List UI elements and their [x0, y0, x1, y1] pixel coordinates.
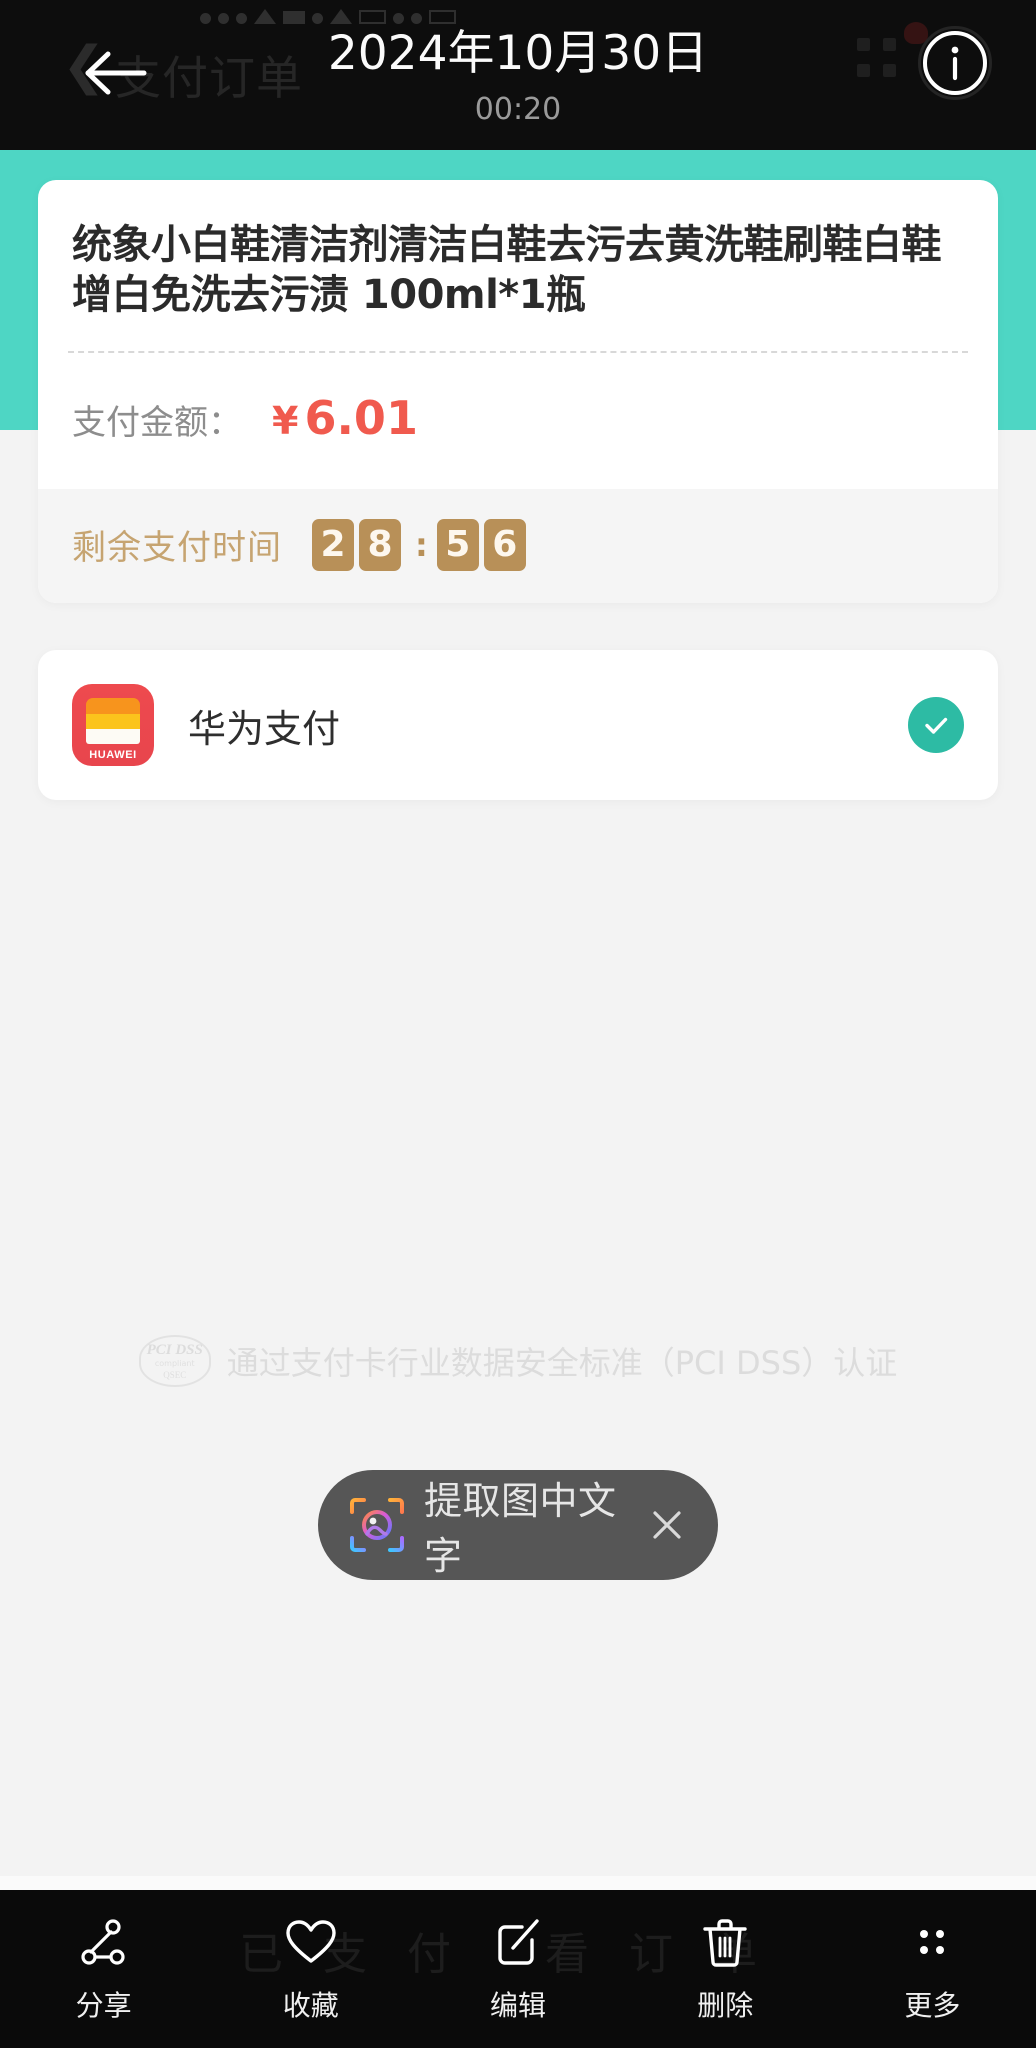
countdown-timer: 2 8 : 5 6 [312, 518, 526, 571]
payment-order-page: 统象小白鞋清洁剂清洁白鞋去污去黄洗鞋刷鞋白鞋增白免洗去污渍 100ml*1瓶 支… [0, 150, 1036, 1890]
countdown-digit: 6 [483, 518, 526, 571]
payment-method-row[interactable]: HUAWEI 华为支付 [38, 650, 998, 800]
bottom-white-strip [0, 1876, 1036, 1890]
huawei-wordmark: HUAWEI [89, 749, 137, 761]
product-title: 统象小白鞋清洁剂清洁白鞋去污去黄洗鞋刷鞋白鞋增白免洗去污渍 100ml*1瓶 [72, 222, 942, 319]
countdown-digit: 2 [312, 518, 354, 571]
toolbar-label-more: 更多 [904, 1989, 961, 2022]
more-dots-icon [910, 1914, 954, 1970]
photo-time: 00:20 [474, 92, 562, 127]
pci-badge-line2: compliant [154, 1358, 195, 1368]
edit-icon [492, 1914, 544, 1970]
amount-number: 6.01 [304, 390, 418, 445]
countdown-row: 剩余支付时间 2 8 : 5 6 [38, 488, 998, 603]
pci-dss-badge-icon: PCI DSS compliant QSEC [138, 1335, 211, 1387]
extract-text-label: 提取图中文字 [424, 1479, 617, 1578]
toolbar-label-favorite: 收藏 [282, 1989, 339, 2022]
toolbar-button-more[interactable]: 更多 [829, 1914, 1036, 2024]
ai-scan-icon [348, 1496, 406, 1554]
payment-amount-row: 支付金额： ¥6.01 [38, 353, 998, 489]
countdown-label: 剩余支付时间 [72, 528, 282, 569]
extract-text-pill[interactable]: 提取图中文字 [318, 1470, 718, 1580]
screenshot-viewer: 统象小白鞋清洁剂清洁白鞋去污去黄洗鞋刷鞋白鞋增白免洗去污渍 100ml*1瓶 支… [0, 0, 1036, 2048]
toolbar-label-edit: 编辑 [490, 1989, 547, 2022]
pci-badge-line3: QSEC [163, 1369, 187, 1380]
toolbar-button-delete[interactable]: 删除 [622, 1914, 829, 2024]
toolbar-button-share[interactable]: 分享 [0, 1914, 207, 2024]
huawei-pay-icon: HUAWEI [72, 684, 154, 766]
toolbar-button-favorite[interactable]: 收藏 [207, 1914, 414, 2024]
huawei-logo-bands [86, 698, 140, 744]
heart-icon [284, 1914, 338, 1970]
check-circle-icon[interactable] [908, 697, 964, 753]
share-icon [78, 1914, 130, 1970]
pci-badge-line1: PCI DSS [146, 1341, 203, 1358]
payment-amount-label: 支付金额： [72, 402, 242, 443]
payment-method-name: 华为支付 [188, 706, 341, 751]
gallery-bottom-toolbar: 已支付 看订单 分享 收藏 编辑 删除 更多 [0, 1890, 1036, 2048]
currency-symbol: ¥ [272, 398, 299, 443]
photo-date: 2024年10月30日 [327, 26, 709, 81]
trash-icon [700, 1914, 750, 1970]
pci-dss-text: 通过支付卡行业数据安全标准（PCI DSS）认证 [226, 1344, 898, 1382]
toolbar-button-edit[interactable]: 编辑 [414, 1914, 621, 2024]
toolbar-label-share: 分享 [75, 1989, 132, 2022]
close-icon[interactable] [646, 1504, 688, 1546]
info-circle-icon[interactable] [920, 28, 990, 98]
countdown-digit: 8 [359, 518, 401, 571]
pci-dss-footer: PCI DSS compliant QSEC 通过支付卡行业数据安全标准（PCI… [0, 1335, 1036, 1387]
payment-amount-value: ¥6.01 [272, 391, 418, 445]
countdown-separator: : [415, 525, 428, 564]
toolbar-label-delete: 删除 [697, 1989, 754, 2022]
order-summary-card: 统象小白鞋清洁剂清洁白鞋去污去黄洗鞋刷鞋白鞋增白免洗去污渍 100ml*1瓶 支… [38, 180, 998, 603]
countdown-digit: 5 [436, 518, 479, 571]
